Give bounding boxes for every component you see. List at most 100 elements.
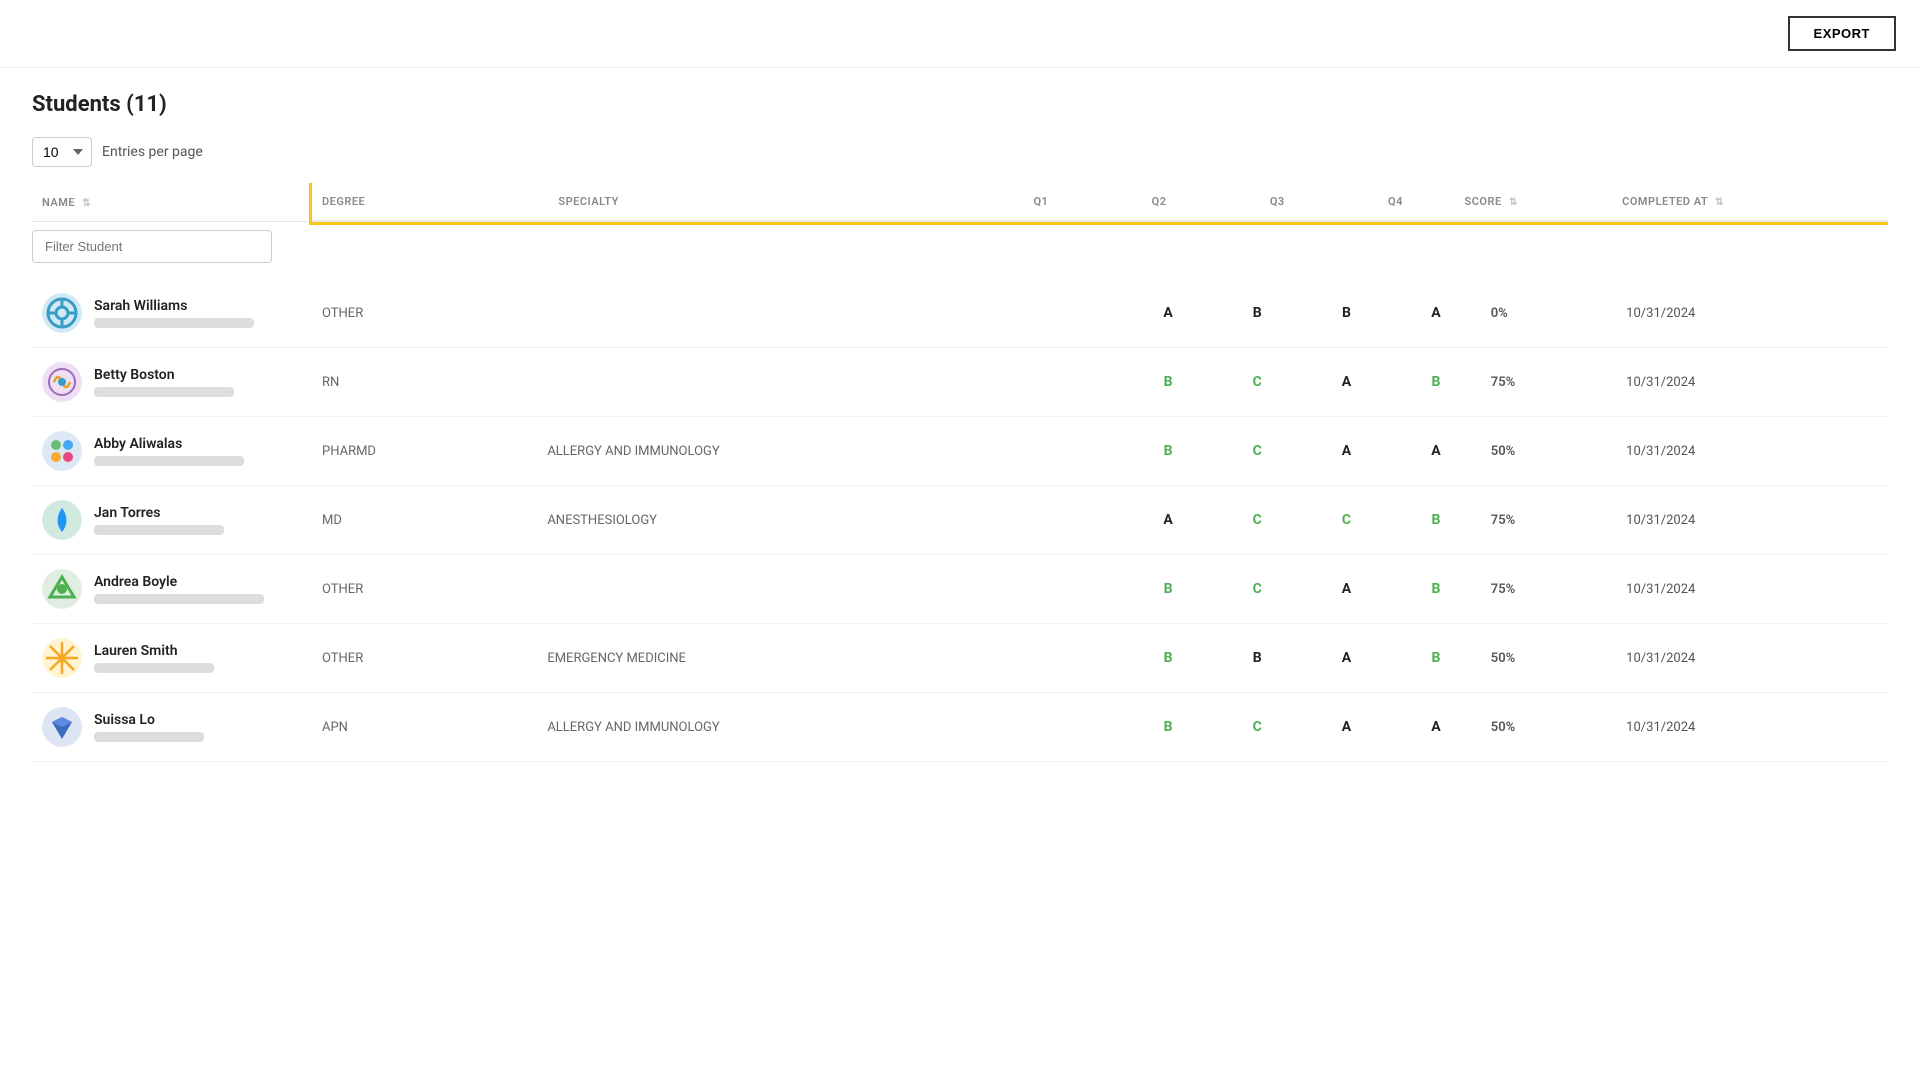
- degree-cell-1: RN: [312, 348, 537, 417]
- avatar-4: [42, 569, 82, 609]
- q3-cell-2: A: [1302, 417, 1392, 486]
- export-button[interactable]: EXPORT: [1788, 16, 1896, 51]
- name-cell-1: Betty Boston: [32, 348, 312, 417]
- avatar-5: [42, 638, 82, 678]
- table-row: Abby Aliwalas PHARMD ALLERGY AND IMMUNOL…: [32, 417, 1888, 486]
- degree-cell-0: OTHER: [312, 279, 537, 348]
- completed-cell-0: 10/31/2024: [1616, 279, 1888, 348]
- table-wrapper: NAME ⇅ DEGREE SPECIALTY Q1 Q2 Q3 Q4: [32, 183, 1888, 762]
- q2-cell-2: C: [1213, 417, 1302, 486]
- student-name-1[interactable]: Betty Boston: [94, 367, 234, 383]
- degree-cell-4: OTHER: [312, 555, 537, 624]
- student-name-4[interactable]: Andrea Boyle: [94, 574, 264, 590]
- q4-cell-2: A: [1391, 417, 1481, 486]
- score-cell-2: 50%: [1481, 417, 1616, 486]
- col-header-completed-at[interactable]: COMPLETED AT ⇅: [1612, 183, 1888, 221]
- entries-per-page-label: Entries per page: [102, 144, 203, 160]
- specialty-cell-4: [537, 555, 1123, 624]
- table-row: Betty Boston RN B C A B 75% 10/31/2024: [32, 348, 1888, 417]
- name-info-4: Andrea Boyle: [94, 574, 264, 604]
- q4-cell-4: B: [1391, 555, 1481, 624]
- q3-cell-4: A: [1302, 555, 1392, 624]
- col-header-degree: DEGREE: [312, 183, 548, 221]
- col-header-q3: Q3: [1218, 183, 1336, 221]
- score-cell-4: 75%: [1481, 555, 1616, 624]
- col-header-highlighted-group: DEGREE SPECIALTY Q1 Q2 Q3 Q4 SCORE ⇅: [312, 183, 1888, 222]
- q3-cell-3: C: [1302, 486, 1392, 555]
- top-bar: EXPORT: [0, 0, 1920, 68]
- name-cell-6: Suissa Lo: [32, 693, 312, 762]
- name-cell-3: Jan Torres: [32, 486, 312, 555]
- name-blur-3: [94, 525, 224, 535]
- student-name-5[interactable]: Lauren Smith: [94, 643, 214, 659]
- name-cell-0: Sarah Williams: [32, 279, 312, 348]
- q1-cell-5: B: [1123, 624, 1213, 693]
- name-blur-0: [94, 318, 254, 328]
- name-info-1: Betty Boston: [94, 367, 234, 397]
- q1-cell-0: A: [1123, 279, 1213, 348]
- q2-cell-0: B: [1213, 279, 1302, 348]
- completed-cell-2: 10/31/2024: [1616, 417, 1888, 486]
- q1-cell-1: B: [1123, 348, 1213, 417]
- main-content: Students (11) 10 25 50 100 Entries per p…: [0, 68, 1920, 786]
- student-name-2[interactable]: Abby Aliwalas: [94, 436, 244, 452]
- specialty-cell-0: [537, 279, 1123, 348]
- q3-cell-6: A: [1302, 693, 1392, 762]
- entries-per-page-select[interactable]: 10 25 50 100: [32, 137, 92, 167]
- q3-cell-5: A: [1302, 624, 1392, 693]
- q4-cell-0: A: [1391, 279, 1481, 348]
- completed-cell-6: 10/31/2024: [1616, 693, 1888, 762]
- avatar-2: [42, 431, 82, 471]
- q2-cell-3: C: [1213, 486, 1302, 555]
- name-info-5: Lauren Smith: [94, 643, 214, 673]
- table-row: Jan Torres MD ANESTHESIOLOGY A C C B 75%…: [32, 486, 1888, 555]
- completed-cell-5: 10/31/2024: [1616, 624, 1888, 693]
- q2-cell-4: C: [1213, 555, 1302, 624]
- specialty-cell-3: ANESTHESIOLOGY: [537, 486, 1123, 555]
- avatar-6: [42, 707, 82, 747]
- col-header-score[interactable]: SCORE ⇅: [1455, 183, 1613, 221]
- name-blur-1: [94, 387, 234, 397]
- table-header-row: NAME ⇅ DEGREE SPECIALTY Q1 Q2 Q3 Q4: [32, 183, 1888, 222]
- degree-cell-3: MD: [312, 486, 537, 555]
- specialty-cell-1: [537, 348, 1123, 417]
- name-info-6: Suissa Lo: [94, 712, 204, 742]
- q3-cell-1: A: [1302, 348, 1392, 417]
- student-name-6[interactable]: Suissa Lo: [94, 712, 204, 728]
- filter-row: [32, 222, 1888, 280]
- specialty-cell-6: ALLERGY AND IMMUNOLOGY: [537, 693, 1123, 762]
- score-cell-3: 75%: [1481, 486, 1616, 555]
- name-blur-6: [94, 732, 204, 742]
- q3-cell-0: B: [1302, 279, 1392, 348]
- table-row: Andrea Boyle OTHER B C A B 75% 10/31/202…: [32, 555, 1888, 624]
- score-cell-6: 50%: [1481, 693, 1616, 762]
- name-blur-2: [94, 456, 244, 466]
- q2-cell-5: B: [1213, 624, 1302, 693]
- col-header-specialty: SPECIALTY: [548, 183, 981, 221]
- q2-cell-1: C: [1213, 348, 1302, 417]
- name-info-3: Jan Torres: [94, 505, 224, 535]
- degree-cell-2: PHARMD: [312, 417, 537, 486]
- students-tbody: Sarah Williams OTHER A B B A 0% 10/31/20…: [32, 279, 1888, 762]
- degree-cell-5: OTHER: [312, 624, 537, 693]
- col-header-q4: Q4: [1336, 183, 1454, 221]
- table-row: Lauren Smith OTHER EMERGENCY MEDICINE B …: [32, 624, 1888, 693]
- completed-sort-icon: ⇅: [1715, 197, 1724, 208]
- score-cell-0: 0%: [1481, 279, 1616, 348]
- q1-cell-2: B: [1123, 417, 1213, 486]
- name-blur-5: [94, 663, 214, 673]
- student-name-0[interactable]: Sarah Williams: [94, 298, 254, 314]
- filter-student-input[interactable]: [32, 230, 272, 263]
- name-cell-5: Lauren Smith: [32, 624, 312, 693]
- specialty-cell-5: EMERGENCY MEDICINE: [537, 624, 1123, 693]
- avatar-1: [42, 362, 82, 402]
- q4-cell-1: B: [1391, 348, 1481, 417]
- q1-cell-3: A: [1123, 486, 1213, 555]
- page-title: Students (11): [32, 92, 1888, 117]
- name-sort-icon: ⇅: [82, 198, 91, 209]
- student-name-3[interactable]: Jan Torres: [94, 505, 224, 521]
- col-header-name[interactable]: NAME ⇅: [32, 183, 312, 222]
- avatar-3: [42, 500, 82, 540]
- q4-cell-6: A: [1391, 693, 1481, 762]
- name-blur-4: [94, 594, 264, 604]
